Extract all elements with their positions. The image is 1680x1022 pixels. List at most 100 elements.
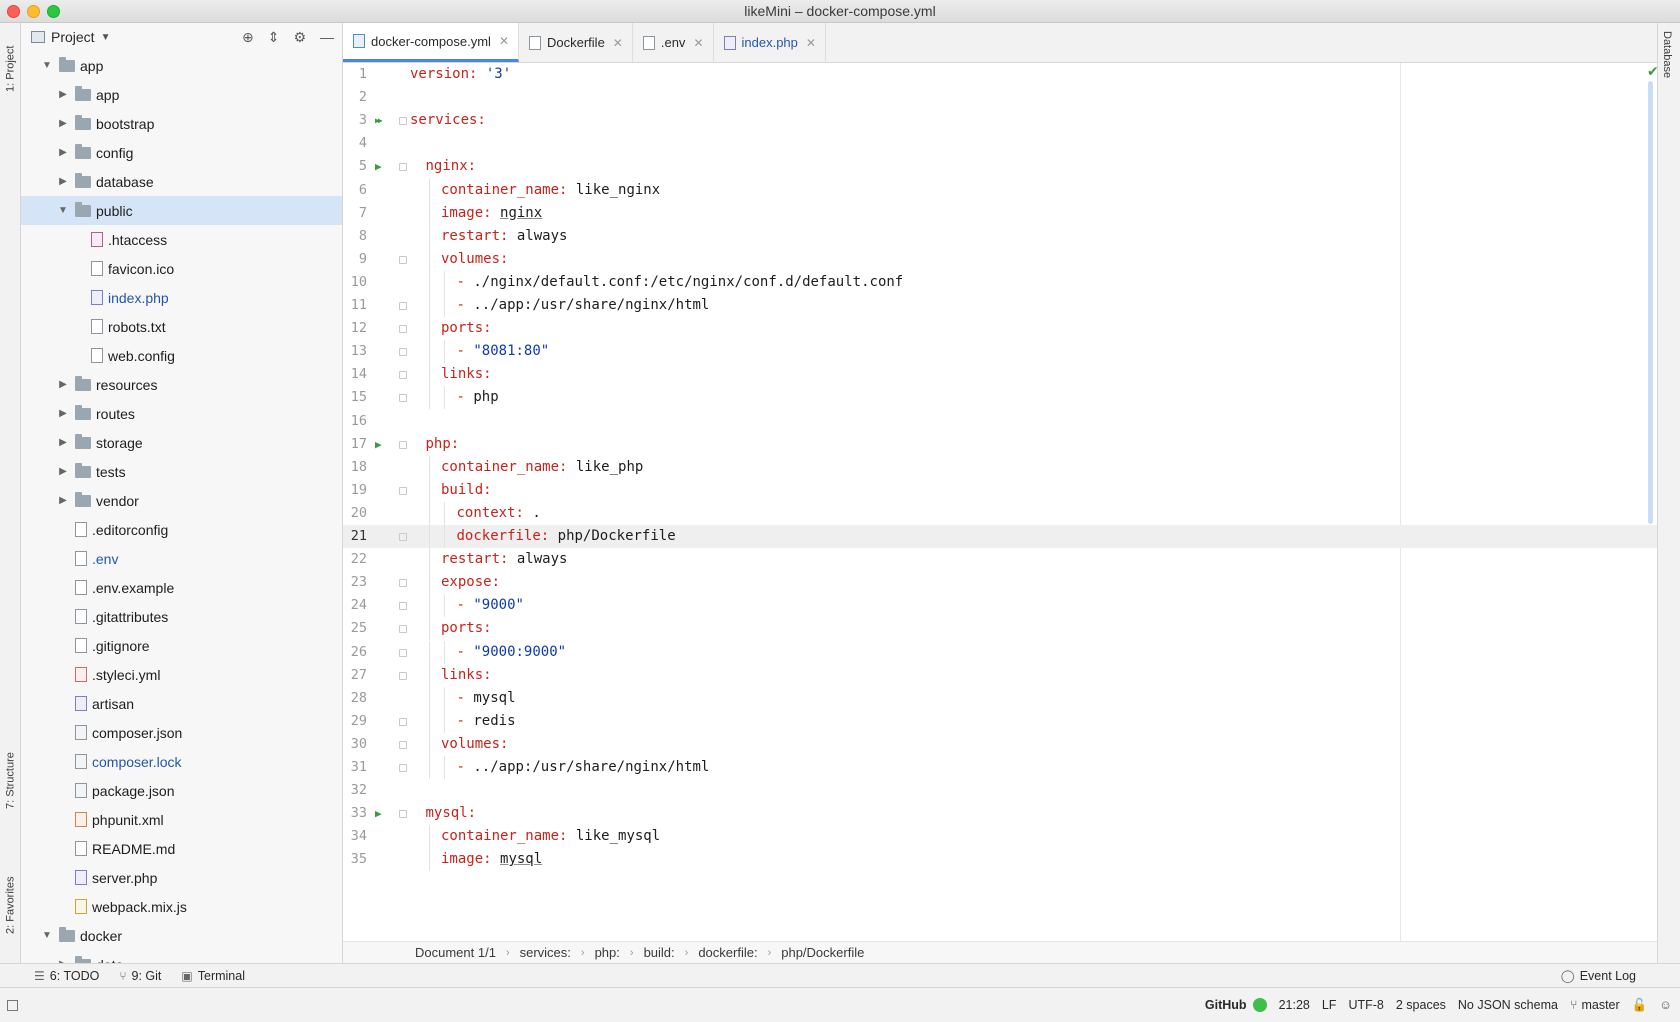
line-separator[interactable]: LF [1322, 998, 1337, 1012]
tree-row-composer-lock[interactable]: ▶composer.lock [21, 747, 342, 776]
code-line[interactable]: 5 ▶ nginx: [343, 155, 1657, 178]
tree-row-package-json[interactable]: ▶package.json [21, 776, 342, 805]
locate-file-icon[interactable]: ⊕ [242, 29, 254, 46]
chevron-right-icon[interactable]: ▶ [57, 118, 69, 129]
chevron-down-icon[interactable]: ▼ [41, 930, 53, 941]
chevron-down-icon[interactable]: ▼ [57, 205, 69, 216]
code-line[interactable]: 26 - "9000:9000" [343, 640, 1657, 664]
fold-icon[interactable] [399, 764, 407, 772]
fold-icon[interactable] [399, 348, 407, 357]
code-line[interactable]: 30 volumes: [343, 732, 1657, 756]
breadcrumb-item[interactable]: Document 1/1 [415, 945, 496, 960]
code-line[interactable]: 33 ▶ mysql: [343, 802, 1657, 825]
json-schema[interactable]: No JSON schema [1458, 998, 1558, 1012]
code-line[interactable]: 9 volumes: [343, 247, 1657, 271]
tree-row-phpunit-xml[interactable]: ▶phpunit.xml [21, 805, 342, 834]
fold-icon[interactable] [399, 625, 407, 634]
tree-row-storage[interactable]: ▶ storage [21, 428, 342, 457]
code-line[interactable]: 31 - ../app:/usr/share/nginx/html [343, 756, 1657, 780]
tree-row-webpack-mix-js[interactable]: ▶webpack.mix.js [21, 892, 342, 921]
fold-icon[interactable] [399, 163, 407, 172]
code-line[interactable]: 4 [343, 132, 1657, 155]
tree-row-readme-md[interactable]: ▶README.md [21, 834, 342, 863]
tree-row-public[interactable]: ▼ public [21, 196, 342, 225]
code-line[interactable]: 11 - ../app:/usr/share/nginx/html [343, 294, 1657, 318]
chevron-right-icon[interactable]: ▶ [57, 408, 69, 419]
tree-row-bootstrap[interactable]: ▶ bootstrap [21, 109, 342, 138]
code-line[interactable]: 19 build: [343, 478, 1657, 502]
run-icon[interactable]: ▶ [375, 802, 382, 825]
chevron-right-icon[interactable]: ▶ [57, 89, 69, 100]
code-line[interactable]: 8 restart: always [343, 224, 1657, 248]
hide-panel-icon[interactable]: — [320, 29, 334, 46]
chevron-right-icon[interactable]: ▶ [57, 147, 69, 158]
event-log-tab[interactable]: ◯ Event Log [1561, 968, 1636, 984]
code-line[interactable]: 12 ports: [343, 317, 1657, 341]
file-encoding[interactable]: UTF-8 [1348, 998, 1383, 1012]
fold-icon[interactable] [399, 671, 407, 680]
code-line[interactable]: 2 [343, 86, 1657, 109]
fold-icon[interactable] [399, 579, 407, 588]
fold-icon[interactable] [399, 371, 407, 380]
code-line[interactable]: 29 - redis [343, 709, 1657, 733]
fold-icon[interactable] [399, 717, 407, 726]
tree-row-robots-txt[interactable]: ▶robots.txt [21, 312, 342, 341]
code-line[interactable]: 28 - mysql [343, 686, 1657, 710]
close-icon[interactable]: ✕ [806, 36, 816, 50]
close-icon[interactable]: ✕ [499, 34, 509, 48]
run-icon[interactable]: ▶ [375, 155, 382, 178]
tree-row-composer-json[interactable]: ▶composer.json [21, 718, 342, 747]
tree-row--gitignore[interactable]: ▶.gitignore [21, 631, 342, 660]
breadcrumb-item[interactable]: services: [520, 945, 571, 960]
tree-row-server-php[interactable]: ▶server.php [21, 863, 342, 892]
code-line[interactable]: 6 container_name: like_nginx [343, 178, 1657, 202]
tree-row-docker[interactable]: ▼ docker [21, 921, 342, 950]
tool-tab-structure[interactable]: 7: Structure [2, 741, 19, 821]
tool-tab-favorites[interactable]: 2: Favorites [2, 863, 19, 947]
tree-row-routes[interactable]: ▶ routes [21, 399, 342, 428]
breadcrumb-item[interactable]: build: [644, 945, 675, 960]
run-icon[interactable]: ▶▶ [375, 109, 383, 132]
code-line[interactable]: 35 image: mysql [343, 848, 1657, 872]
tree-row-app[interactable]: ▶ app [21, 80, 342, 109]
code-line[interactable]: 17 ▶ php: [343, 433, 1657, 456]
tree-row-web-config[interactable]: ▶web.config [21, 341, 342, 370]
tree-row-vendor[interactable]: ▶ vendor [21, 486, 342, 515]
git-branch[interactable]: ⑂ master [1570, 998, 1620, 1012]
tree-row-data[interactable]: ▶data [21, 950, 342, 963]
code-line[interactable]: 15 - php [343, 386, 1657, 410]
chevron-right-icon[interactable]: ▶ [57, 466, 69, 477]
terminal-tab[interactable]: ▣ Terminal [181, 969, 245, 983]
code-editor[interactable]: ✔ 1 version: '3' 2 3 ▶▶ services: 4 5 ▶ nginx: 6 co… [343, 63, 1657, 941]
fold-icon[interactable] [399, 255, 407, 264]
tree-row-resources[interactable]: ▶ resources [21, 370, 342, 399]
tree-row-tests[interactable]: ▶ tests [21, 457, 342, 486]
fold-icon[interactable] [399, 325, 407, 334]
chevron-right-icon[interactable]: ▶ [57, 495, 69, 506]
fold-icon[interactable] [399, 740, 407, 749]
lock-icon[interactable]: 🔓 [1632, 998, 1648, 1013]
code-line[interactable]: 24 - "9000" [343, 594, 1657, 618]
caret-position[interactable]: 21:28 [1279, 998, 1310, 1012]
code-line[interactable]: 3 ▶▶ services: [343, 109, 1657, 132]
code-line[interactable]: 25 ports: [343, 617, 1657, 641]
chevron-right-icon[interactable]: ▶ [57, 437, 69, 448]
github-status[interactable]: GitHub [1205, 998, 1267, 1012]
tree-row--gitattributes[interactable]: ▶.gitattributes [21, 602, 342, 631]
fold-icon[interactable] [399, 117, 407, 126]
editor-tab-docker-compose-yml[interactable]: docker-compose.yml ✕ [343, 23, 519, 62]
fold-icon[interactable] [399, 810, 407, 819]
tool-tab-project[interactable]: 1: Project [2, 29, 19, 109]
collapse-all-icon[interactable]: ⇕ [268, 29, 280, 46]
tree-row--editorconfig[interactable]: ▶.editorconfig [21, 515, 342, 544]
todo-tab[interactable]: ☰ 6: TODO [34, 969, 99, 983]
code-line[interactable]: 13 - "8081:80" [343, 340, 1657, 364]
gear-icon[interactable]: ⚙ [293, 29, 306, 46]
chevron-down-icon[interactable]: ▼ [41, 60, 53, 71]
layout-icon[interactable] [7, 1000, 18, 1011]
close-icon[interactable]: ✕ [613, 36, 623, 50]
code-line[interactable]: 1 version: '3' [343, 63, 1657, 86]
tree-row--styleci-yml[interactable]: ▶.styleci.yml [21, 660, 342, 689]
tree-row-artisan[interactable]: ▶artisan [21, 689, 342, 718]
fold-icon[interactable] [399, 440, 407, 449]
